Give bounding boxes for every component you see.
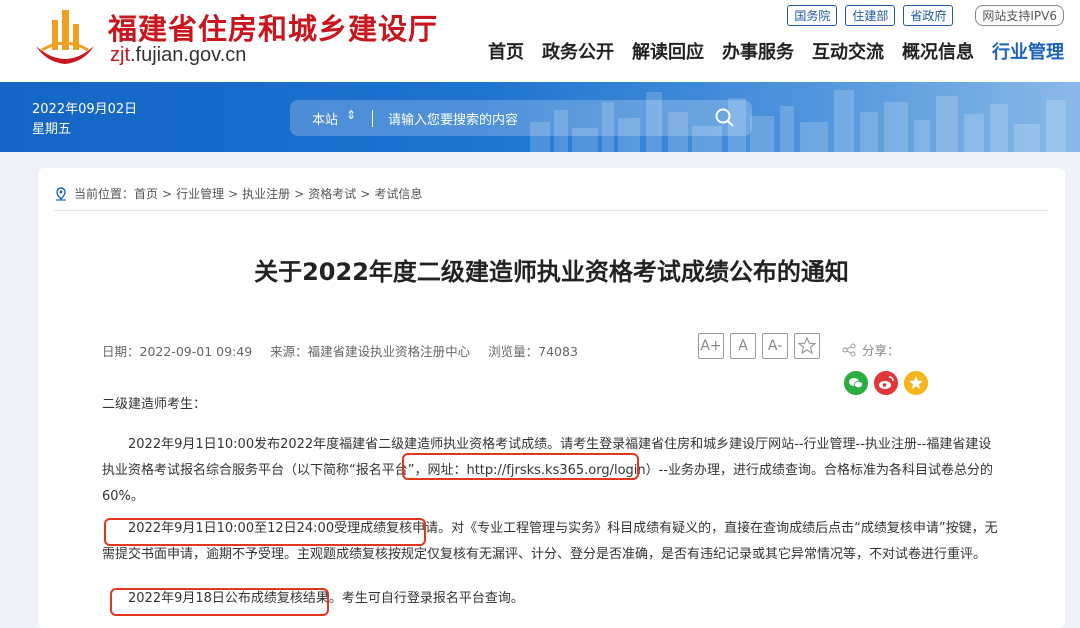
breadcrumb-exam[interactable]: 资格考试 <box>308 185 356 202</box>
font-size-controls: A+ A A- <box>698 333 820 359</box>
highlight-box-review-result <box>110 588 329 616</box>
favorite-star-icon[interactable] <box>794 333 820 359</box>
breadcrumb-divider <box>54 210 1049 211</box>
breadcrumb-prefix: 当前位置： <box>74 187 135 201</box>
logo-icon[interactable] <box>32 6 98 68</box>
top-links: 国务院 住建部 省政府 网站支持IPV6 <box>787 5 1064 26</box>
nav-interaction[interactable]: 互动交流 <box>812 38 884 64</box>
weekday: 星期五 <box>32 122 72 137</box>
share-icon <box>842 343 856 356</box>
ipv6-badge: 网站支持IPV6 <box>975 5 1064 26</box>
breadcrumb: 当前位置： 首页 > 行业管理 > 执业注册 > 资格考试 > 考试信息 <box>54 185 422 202</box>
breadcrumb-home[interactable]: 首页 <box>134 185 158 202</box>
font-larger-button[interactable]: A+ <box>698 333 724 359</box>
nav-interpretation[interactable]: 解读回应 <box>632 38 704 64</box>
breadcrumb-exam-info[interactable]: 考试信息 <box>374 185 422 202</box>
current-date: 2022年09月02日 星期五 <box>32 100 137 140</box>
site-header: 福建省住房和城乡建设厅 zjt.fujian.gov.cn 国务院 住建部 省政… <box>0 0 1080 82</box>
share-section: 分享： <box>842 340 900 359</box>
view-count: 浏览量：74083 <box>488 344 578 359</box>
highlight-box-url <box>402 453 639 480</box>
nav-industry-management[interactable]: 行业管理 <box>992 38 1064 64</box>
location-pin-icon <box>56 186 66 201</box>
banner: 2022年09月02日 星期五 本站 ⇕ 请输入您要搜索的内容 <box>0 82 1080 152</box>
search-input[interactable]: 请输入您要搜索的内容 <box>388 109 518 128</box>
toplink-shengzhengfu[interactable]: 省政府 <box>903 5 954 26</box>
font-default-button[interactable]: A <box>730 333 756 359</box>
breadcrumb-registration[interactable]: 执业注册 <box>242 185 290 202</box>
article-source: 来源：福建省建设执业资格注册中心 <box>270 344 471 359</box>
font-smaller-button[interactable]: A- <box>762 333 788 359</box>
nav-overview[interactable]: 概况信息 <box>902 38 974 64</box>
article-greeting: 二级建造师考生： <box>102 397 207 412</box>
main-nav: 首页 政务公开 解读回应 办事服务 互动交流 概况信息 行业管理 <box>488 38 1064 64</box>
toplink-guowuyuan[interactable]: 国务院 <box>787 5 838 26</box>
search-scope-select[interactable]: 本站 <box>312 109 338 128</box>
article-card: 当前位置： 首页 > 行业管理 > 执业注册 > 资格考试 > 考试信息 关于2022年… <box>38 168 1065 628</box>
toplink-zhujianbu[interactable]: 住建部 <box>845 5 896 26</box>
publish-date: 日期：2022-09-01 09:49 <box>102 344 253 359</box>
breadcrumb-industry[interactable]: 行业管理 <box>176 185 224 202</box>
article-meta: 日期：2022-09-01 09:49 来源：福建省建设执业资格注册中心 浏览量… <box>102 341 578 360</box>
highlight-box-review-period <box>104 518 426 546</box>
site-domain: zjt.fujian.gov.cn <box>110 44 247 66</box>
nav-gov-affairs[interactable]: 政务公开 <box>542 38 614 64</box>
site-title[interactable]: 福建省住房和城乡建设厅 <box>108 6 438 48</box>
search-icon[interactable] <box>714 107 736 129</box>
nav-services[interactable]: 办事服务 <box>722 38 794 64</box>
search-bar: 本站 ⇕ 请输入您要搜索的内容 <box>290 100 752 136</box>
share-label: 分享： <box>862 343 900 358</box>
nav-home[interactable]: 首页 <box>488 38 524 64</box>
search-divider <box>372 110 373 127</box>
sort-arrows-icon[interactable]: ⇕ <box>346 108 356 122</box>
article-title: 关于2022年度二级建造师执业资格考试成绩公布的通知 <box>254 258 849 286</box>
